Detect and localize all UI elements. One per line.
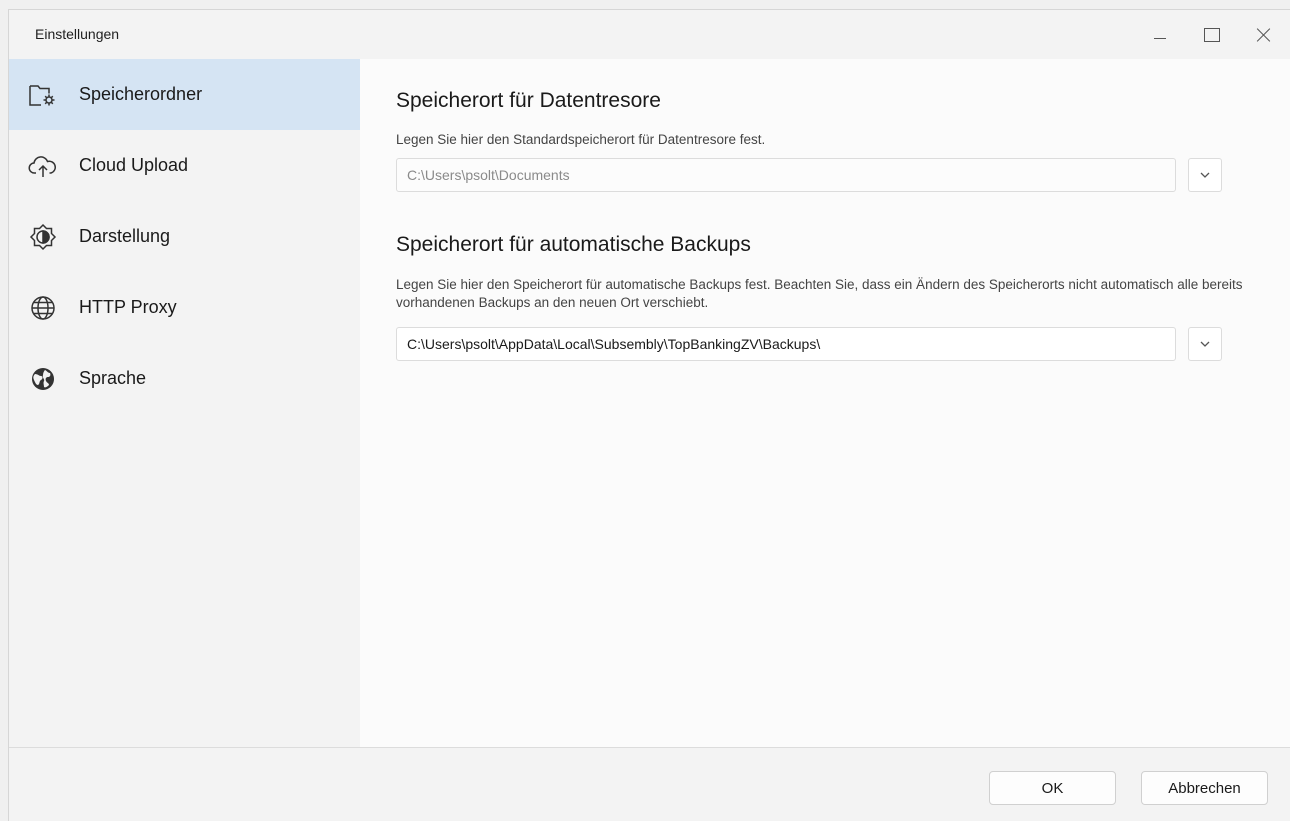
cancel-button[interactable]: Abbrechen xyxy=(1141,771,1268,805)
appearance-icon xyxy=(27,221,59,253)
window-title: Einstellungen xyxy=(35,26,120,42)
minimize-button[interactable] xyxy=(1134,10,1186,59)
language-globe-icon xyxy=(27,363,59,395)
sidebar-item-label: Darstellung xyxy=(79,226,171,246)
sidebar-item-speicherordner[interactable]: Speicherordner xyxy=(9,59,360,130)
chevron-down-icon xyxy=(1200,172,1210,178)
backup-path-field[interactable]: C:\Users\psolt\AppData\Local\Subsembly\T… xyxy=(396,327,1176,361)
maximize-icon xyxy=(1204,27,1220,42)
ok-button[interactable]: OK xyxy=(989,771,1116,805)
dialog-footer: OK Abbrechen xyxy=(9,747,1290,821)
settings-content: Speicherort für Datentresore Legen Sie h… xyxy=(360,59,1290,747)
sidebar-item-cloud-upload[interactable]: Cloud Upload xyxy=(9,130,360,201)
vault-section-description: Legen Sie hier den Standardspeicherort f… xyxy=(396,132,766,147)
title-bar: Einstellungen xyxy=(9,10,1290,59)
backup-path-dropdown-button[interactable] xyxy=(1188,327,1222,361)
vault-path-field[interactable]: C:\Users\psolt\Documents xyxy=(396,158,1176,192)
backup-section-title: Speicherort für automatische Backups xyxy=(396,233,751,256)
maximize-button[interactable] xyxy=(1186,10,1238,59)
backup-section-description: Legen Sie hier den Speicherort für autom… xyxy=(396,277,1243,310)
sidebar-item-label: Speicherordner xyxy=(79,84,203,104)
vault-path-dropdown-button[interactable] xyxy=(1188,158,1222,192)
sidebar-item-darstellung[interactable]: Darstellung xyxy=(9,201,360,272)
minimize-icon xyxy=(1154,38,1166,39)
vault-section-title: Speicherort für Datentresore xyxy=(396,89,661,112)
sidebar-item-label: HTTP Proxy xyxy=(79,297,177,317)
close-button[interactable] xyxy=(1238,10,1290,59)
sidebar-item-label: Cloud Upload xyxy=(79,155,189,175)
sidebar-item-http-proxy[interactable]: HTTP Proxy xyxy=(9,272,360,343)
sidebar: Speicherordner Cloud Upload Darstellung xyxy=(9,59,360,747)
settings-window: Einstellungen Speicherordner Cloud Uploa… xyxy=(8,9,1290,821)
sidebar-item-label: Sprache xyxy=(79,368,147,388)
window-controls xyxy=(1134,10,1290,59)
sidebar-item-sprache[interactable]: Sprache xyxy=(9,343,360,414)
cloud-upload-icon xyxy=(27,150,59,182)
folder-settings-icon xyxy=(27,79,59,111)
close-icon xyxy=(1257,28,1271,42)
globe-icon xyxy=(27,292,59,324)
chevron-down-icon xyxy=(1200,341,1210,347)
